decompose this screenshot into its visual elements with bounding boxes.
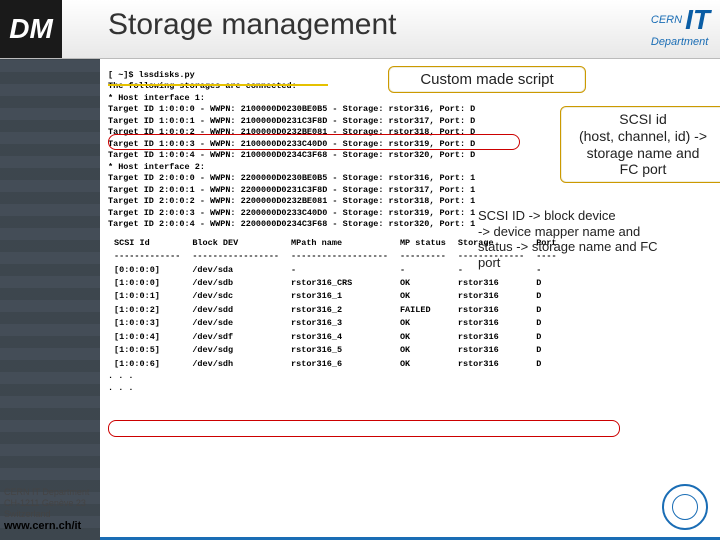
td: [1:0:0:3] bbox=[108, 317, 186, 330]
td: OK bbox=[394, 317, 452, 330]
td: D bbox=[530, 317, 562, 330]
td: rstor316 bbox=[452, 304, 530, 317]
td: D bbox=[530, 304, 562, 317]
th: MPath name bbox=[285, 237, 394, 250]
table-row: [1:0:0:0]/dev/sdbrstor316_CRSOKrstor316D bbox=[108, 277, 563, 290]
td: rstor316_CRS bbox=[285, 277, 394, 290]
th: Block DEV bbox=[186, 237, 285, 250]
td: ------------------- bbox=[285, 250, 394, 263]
it-text: IT bbox=[685, 4, 710, 36]
td: rstor316 bbox=[452, 331, 530, 344]
td: - bbox=[285, 264, 394, 277]
cern-logo-icon bbox=[662, 484, 708, 530]
td: /dev/sdf bbox=[186, 331, 285, 344]
sidebar-image bbox=[0, 0, 100, 540]
iface1-line: * Host interface 1: bbox=[108, 93, 710, 104]
td: FAILED bbox=[394, 304, 452, 317]
callout-scsi: SCSI id (host, channel, id) -> storage n… bbox=[560, 106, 720, 183]
td: [1:0:0:4] bbox=[108, 331, 186, 344]
td: rstor316_3 bbox=[285, 317, 394, 330]
td: /dev/sdd bbox=[186, 304, 285, 317]
td: rstor316 bbox=[452, 344, 530, 357]
cern-it-logo: CERN IT Department bbox=[651, 4, 710, 48]
td: [1:0:0:2] bbox=[108, 304, 186, 317]
dots: . . . bbox=[108, 383, 710, 394]
td: rstor316 bbox=[452, 290, 530, 303]
td: D bbox=[530, 290, 562, 303]
td: [1:0:0:0] bbox=[108, 277, 186, 290]
th: SCSI Id bbox=[108, 237, 186, 250]
th: MP status bbox=[394, 237, 452, 250]
td: rstor316_5 bbox=[285, 344, 394, 357]
td: rstor316_2 bbox=[285, 304, 394, 317]
td: [1:0:0:1] bbox=[108, 290, 186, 303]
td: rstor316_4 bbox=[285, 331, 394, 344]
callout-script: Custom made script bbox=[388, 66, 586, 93]
td: [1:0:0:5] bbox=[108, 344, 186, 357]
underline-icon bbox=[108, 84, 328, 86]
td: D bbox=[530, 358, 562, 371]
td: D bbox=[530, 331, 562, 344]
table-row: [1:0:0:6]/dev/sdhrstor316_6OKrstor316D bbox=[108, 358, 563, 371]
target-row: Target ID 2:0:0:2 - WWPN: 2200000D0232BE… bbox=[108, 196, 710, 207]
td: rstor316 bbox=[452, 277, 530, 290]
td: --------- bbox=[394, 250, 452, 263]
page-title: Storage management bbox=[108, 8, 397, 42]
target-row: Target ID 2:0:0:1 - WWPN: 2200000D0231C3… bbox=[108, 185, 710, 196]
table-row: [1:0:0:3]/dev/sderstor316_3OKrstor316D bbox=[108, 317, 563, 330]
footer-line: CERN IT Department bbox=[4, 487, 89, 498]
td: ------------- bbox=[108, 250, 186, 263]
td: rstor316 bbox=[452, 358, 530, 371]
td: - bbox=[394, 264, 452, 277]
footer-link[interactable]: www.cern.ch/it bbox=[4, 520, 89, 534]
td: /dev/sdb bbox=[186, 277, 285, 290]
highlight-target-row bbox=[108, 134, 520, 150]
td: [0:0:0:0] bbox=[108, 264, 186, 277]
td: [1:0:0:6] bbox=[108, 358, 186, 371]
dept-text: Department bbox=[651, 36, 708, 48]
td: /dev/sda bbox=[186, 264, 285, 277]
td: rstor316_6 bbox=[285, 358, 394, 371]
td: /dev/sde bbox=[186, 317, 285, 330]
td: rstor316_1 bbox=[285, 290, 394, 303]
td: OK bbox=[394, 290, 452, 303]
td: D bbox=[530, 277, 562, 290]
dm-badge: DM bbox=[0, 0, 62, 58]
td: ----------------- bbox=[186, 250, 285, 263]
table-row: [1:0:0:2]/dev/sddrstor316_2FAILEDrstor31… bbox=[108, 304, 563, 317]
td: OK bbox=[394, 358, 452, 371]
slide: DM Storage management CERN IT Department… bbox=[0, 0, 720, 540]
footer-line: CH-1211 Genève 23 bbox=[4, 498, 89, 509]
table-row: [1:0:0:5]/dev/sdgrstor316_5OKrstor316D bbox=[108, 344, 563, 357]
td: /dev/sdc bbox=[186, 290, 285, 303]
cern-text: CERN bbox=[651, 14, 682, 26]
callout-map: SCSI ID -> block device -> device mapper… bbox=[478, 208, 708, 270]
td: /dev/sdh bbox=[186, 358, 285, 371]
table-row: [1:0:0:4]/dev/sdfrstor316_4OKrstor316D bbox=[108, 331, 563, 344]
td: D bbox=[530, 344, 562, 357]
dots: . . . bbox=[108, 371, 710, 382]
footer: CERN IT Department CH-1211 Genève 23 Swi… bbox=[4, 487, 89, 535]
header: DM Storage management CERN IT Department bbox=[0, 0, 720, 59]
highlight-table-row bbox=[108, 420, 620, 437]
td: OK bbox=[394, 331, 452, 344]
table-row: [1:0:0:1]/dev/sdcrstor316_1OKrstor316D bbox=[108, 290, 563, 303]
td: OK bbox=[394, 344, 452, 357]
td: /dev/sdg bbox=[186, 344, 285, 357]
footer-line: Switzerland bbox=[4, 509, 89, 520]
td: OK bbox=[394, 277, 452, 290]
td: rstor316 bbox=[452, 317, 530, 330]
